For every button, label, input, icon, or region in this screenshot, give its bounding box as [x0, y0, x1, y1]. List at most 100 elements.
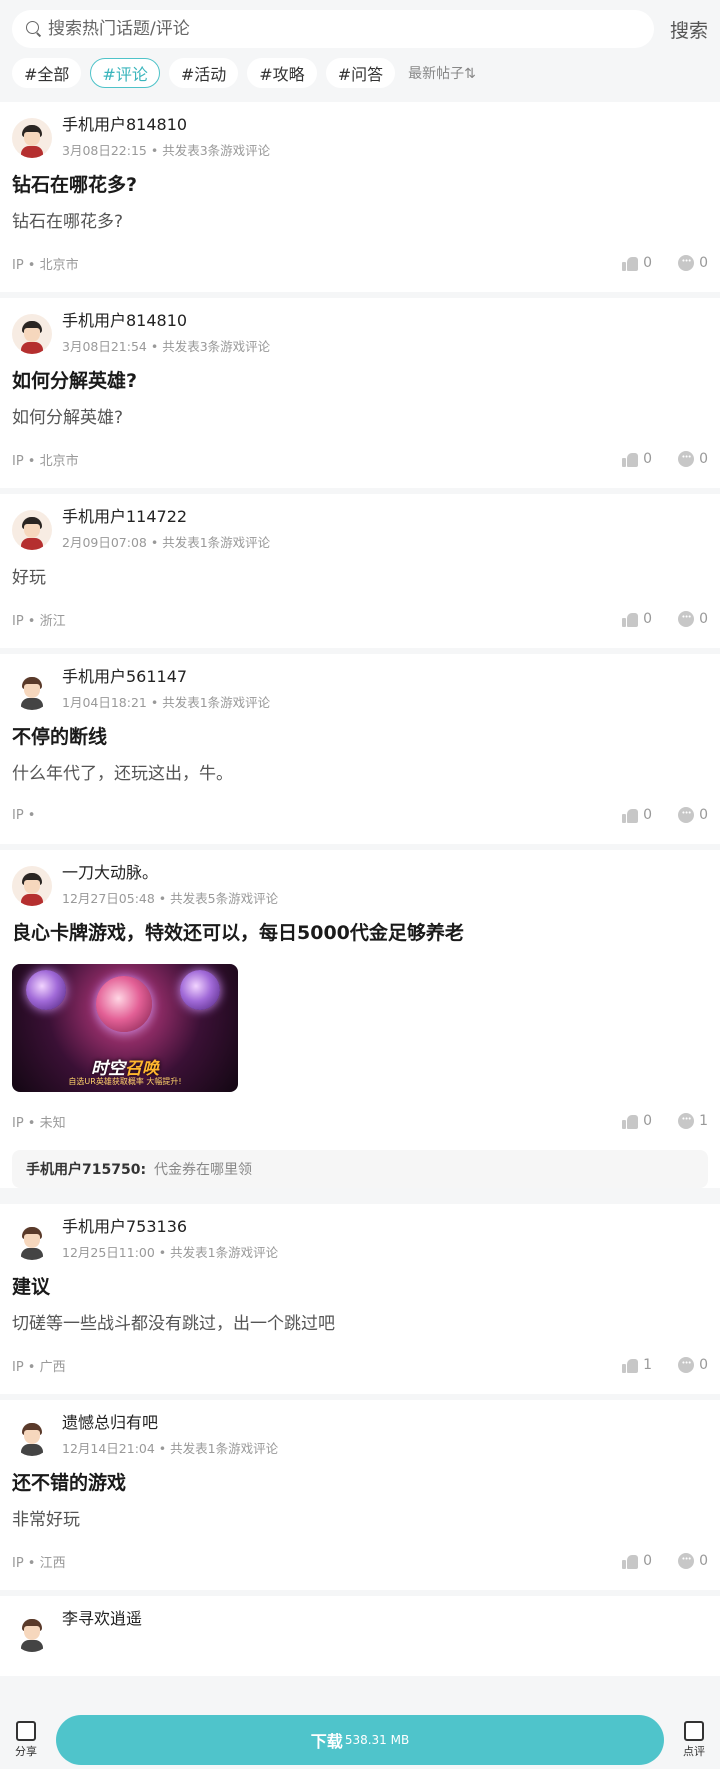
tag-guides[interactable]: #攻略: [247, 58, 317, 88]
author-name[interactable]: 手机用户753136: [62, 1216, 278, 1238]
comment-icon: [678, 1553, 695, 1569]
tag-events[interactable]: #活动: [168, 58, 239, 88]
post-body: 切磋等一些战斗都没有跳过，出一个跳过吧: [12, 1314, 335, 1334]
comment-count: 0: [699, 611, 708, 627]
like-count: 0: [643, 611, 653, 627]
thumbs-up-icon: [622, 612, 639, 627]
thumbs-up-icon: [622, 1114, 639, 1129]
thumbs-up-icon: [622, 1358, 639, 1373]
search-icon: [26, 21, 42, 37]
search-input[interactable]: [48, 19, 654, 39]
post-title: 良心卡牌游戏，特效还可以，每日5000代金足够养老: [12, 922, 464, 944]
post-card[interactable]: 手机用户561147 1月04日18:21 • 共发表1条游戏评论 不停的断线 …: [0, 654, 720, 844]
post-meta: 12月27日05:48 • 共发表5条游戏评论: [62, 891, 279, 906]
post-body: 好玩: [12, 568, 46, 588]
author-name[interactable]: 一刀大动脉。: [62, 862, 278, 884]
post-card[interactable]: 遗憾总归有吧 12月14日21:04 • 共发表1条游戏评论 还不错的游戏 非常…: [0, 1400, 720, 1590]
like-count: 0: [643, 807, 653, 823]
tags-row: #全部 #评论 #活动 #攻略 #问答 最新帖子⇅: [12, 58, 708, 88]
like-button[interactable]: 0: [622, 1113, 652, 1129]
thumbs-up-icon: [622, 256, 639, 271]
post-body: 如何分解英雄?: [12, 408, 124, 428]
avatar[interactable]: [12, 1612, 52, 1652]
post-image[interactable]: 时空召唤 自选UR英雄获取概率 大幅提升!: [12, 964, 238, 1092]
post-footer: IP • 江西 0 0: [12, 1532, 708, 1590]
post-footer: IP • 广西 1 0: [12, 1336, 708, 1394]
author-name[interactable]: 手机用户561147: [62, 666, 270, 688]
comment-count: 0: [699, 255, 708, 271]
post-card[interactable]: 手机用户814810 3月08日21:54 • 共发表3条游戏评论 如何分解英雄…: [0, 298, 720, 488]
post-footer: IP • 浙江 0 0: [12, 590, 708, 648]
post-meta: 3月08日22:15 • 共发表3条游戏评论: [62, 143, 271, 158]
like-button[interactable]: 1: [622, 1357, 652, 1373]
thumbs-up-icon: [622, 1554, 639, 1569]
post-card[interactable]: 手机用户114722 2月09日07:08 • 共发表1条游戏评论 好玩 IP …: [0, 494, 720, 648]
avatar[interactable]: [12, 1220, 52, 1260]
like-count: 0: [643, 451, 653, 467]
tag-all[interactable]: #全部: [12, 58, 82, 88]
ip-location: IP • 广西: [12, 1359, 66, 1375]
share-button[interactable]: 分享: [0, 1720, 52, 1759]
search-row: 搜索: [12, 10, 708, 48]
post-card[interactable]: 手机用户814810 3月08日22:15 • 共发表3条游戏评论 钻石在哪花多…: [0, 102, 720, 292]
avatar[interactable]: [12, 866, 52, 906]
search-box[interactable]: [12, 10, 654, 48]
post-card[interactable]: 一刀大动脉。 12月27日05:48 • 共发表5条游戏评论 良心卡牌游戏，特效…: [0, 850, 720, 1188]
author-row: 手机用户561147 1月04日18:21 • 共发表1条游戏评论: [12, 654, 708, 714]
author-name[interactable]: 手机用户814810: [62, 310, 270, 332]
avatar[interactable]: [12, 510, 52, 550]
avatar[interactable]: [12, 670, 52, 710]
ip-location: IP • 浙江: [12, 613, 66, 629]
comment-button[interactable]: 0: [678, 1357, 708, 1373]
comment-button[interactable]: 0: [678, 807, 708, 823]
comment-button[interactable]: 0: [678, 451, 708, 467]
comment-count: 0: [699, 807, 708, 823]
author-name[interactable]: 手机用户114722: [62, 506, 270, 528]
ip-location: IP • 北京市: [12, 257, 79, 273]
post-meta: 12月14日21:04 • 共发表1条游戏评论: [62, 1441, 279, 1456]
author-info: 遗憾总归有吧 12月14日21:04 • 共发表1条游戏评论: [58, 1412, 278, 1457]
post-meta: 1月04日18:21 • 共发表1条游戏评论: [62, 695, 271, 710]
post-title: 建议: [12, 1276, 51, 1298]
thumbs-up-icon: [622, 452, 639, 467]
comment-count: 0: [699, 451, 708, 467]
image-orb: [180, 970, 220, 1010]
like-button[interactable]: 0: [622, 807, 652, 823]
comment-button[interactable]: 0: [678, 255, 708, 271]
avatar[interactable]: [12, 118, 52, 158]
download-button[interactable]: 下载 538.31 MB: [56, 1714, 664, 1765]
avatar[interactable]: [12, 1416, 52, 1456]
like-button[interactable]: 0: [622, 1553, 652, 1569]
like-button[interactable]: 0: [622, 611, 652, 627]
author-name[interactable]: 李寻欢逍遥: [62, 1608, 142, 1630]
author-name[interactable]: 遗憾总归有吧: [62, 1412, 278, 1434]
post-body: 非常好玩: [12, 1510, 80, 1530]
author-info: 李寻欢逍遥: [58, 1608, 142, 1630]
tag-qa[interactable]: #问答: [325, 58, 396, 88]
comment-count: 0: [699, 1553, 708, 1569]
search-button[interactable]: 搜索: [664, 16, 708, 43]
review-button[interactable]: 点评: [668, 1720, 720, 1759]
author-info: 手机用户561147 1月04日18:21 • 共发表1条游戏评论: [58, 666, 270, 711]
author-name[interactable]: 手机用户814810: [62, 114, 270, 136]
post-card[interactable]: 手机用户753136 12月25日11:00 • 共发表1条游戏评论 建议 切磋…: [0, 1204, 720, 1394]
post-card[interactable]: 李寻欢逍遥: [0, 1596, 720, 1676]
like-button[interactable]: 0: [622, 451, 652, 467]
comment-button[interactable]: 1: [678, 1113, 708, 1129]
comment-button[interactable]: 0: [678, 1553, 708, 1569]
tag-review[interactable]: #评论: [90, 58, 160, 88]
reply-preview[interactable]: 手机用户715750: 代金券在哪里领: [12, 1150, 708, 1188]
comment-icon: [678, 255, 695, 271]
author-row: 李寻欢逍遥: [12, 1596, 708, 1656]
sort-dropdown[interactable]: 最新帖子⇅: [408, 63, 476, 83]
author-row: 手机用户814810 3月08日22:15 • 共发表3条游戏评论: [12, 102, 708, 162]
author-info: 手机用户814810 3月08日21:54 • 共发表3条游戏评论: [58, 310, 270, 355]
author-info: 手机用户753136 12月25日11:00 • 共发表1条游戏评论: [58, 1216, 278, 1261]
avatar[interactable]: [12, 314, 52, 354]
like-count: 1: [643, 1357, 653, 1373]
image-subtitle: 自选UR英雄获取概率 大幅提升!: [68, 1077, 182, 1086]
comment-button[interactable]: 0: [678, 611, 708, 627]
author-info: 手机用户114722 2月09日07:08 • 共发表1条游戏评论: [58, 506, 270, 551]
ip-location: IP • 未知: [12, 1115, 66, 1131]
like-button[interactable]: 0: [622, 255, 652, 271]
